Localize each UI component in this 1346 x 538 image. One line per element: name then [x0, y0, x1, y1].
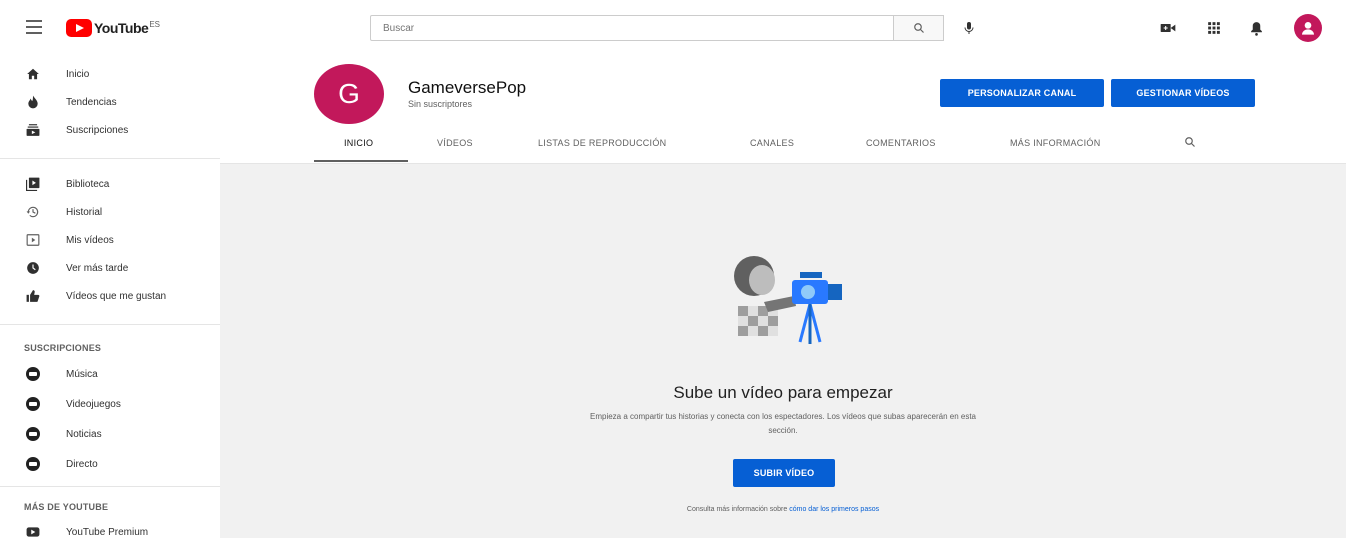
- user-silhouette-icon: [1302, 22, 1314, 35]
- sidebar-item-videojuegos[interactable]: Videojuegos: [0, 390, 220, 418]
- empty-state-title: Sube un vídeo para empezar: [673, 383, 893, 402]
- subscriptions-icon: [26, 123, 40, 137]
- microphone-icon: [964, 22, 974, 34]
- sidebar-item-musica[interactable]: Música: [0, 360, 220, 388]
- sidebar-item-label: Ver más tarde: [66, 262, 129, 274]
- sidebar-item-youtube-premium[interactable]: YouTube Premium: [0, 518, 220, 538]
- sidebar-item-my-videos[interactable]: Mis vídeos: [0, 226, 220, 254]
- sidebar-item-label: Mis vídeos: [66, 234, 114, 246]
- sidebar-item-label: YouTube Premium: [66, 526, 149, 538]
- channel-avatar: [26, 367, 40, 381]
- sidebar-item-subscriptions[interactable]: Suscripciones: [0, 116, 220, 144]
- watch-later-icon: [26, 261, 40, 275]
- tab-channels[interactable]: CANALES: [750, 138, 794, 148]
- tab-videos[interactable]: VÍDEOS: [437, 138, 473, 148]
- sidebar-item-label: Directo: [66, 458, 98, 470]
- tab-inicio[interactable]: INICIO: [344, 138, 373, 148]
- upload-video-button[interactable]: SUBIR VÍDEO: [733, 459, 835, 487]
- music-channel-icon: [26, 367, 40, 381]
- tab-comments[interactable]: COMENTARIOS: [866, 138, 936, 148]
- sidebar-item-label: Biblioteca: [66, 178, 110, 190]
- getting-started-link[interactable]: cómo dar los primeros pasos: [789, 506, 879, 513]
- manage-videos-button[interactable]: GESTIONAR VÍDEOS: [1111, 79, 1255, 107]
- top-bar: YouTube ES: [0, 0, 1346, 56]
- channel-search-button[interactable]: [1184, 136, 1196, 150]
- channel-avatar: [26, 427, 40, 441]
- search-icon: [913, 23, 924, 33]
- logo-wordmark: YouTube: [94, 20, 149, 36]
- sidebar-item-label: Vídeos que me gustan: [66, 290, 167, 302]
- bell-icon: [1250, 21, 1262, 36]
- subscriptions-heading: SUSCRIPCIONES: [24, 343, 102, 353]
- sidebar-item-history[interactable]: Historial: [0, 198, 220, 226]
- channel-content: Sube un vídeo para empezar Empieza a com…: [220, 164, 1346, 538]
- upload-illustration: [734, 256, 842, 344]
- subscriber-count: Sin suscriptores: [408, 99, 473, 109]
- create-video-button[interactable]: [1158, 18, 1178, 38]
- channel-name: GameversePop: [408, 78, 527, 97]
- video-camera-icon: [1160, 24, 1176, 32]
- search-button[interactable]: [894, 15, 944, 41]
- sidebar-divider: [0, 324, 220, 325]
- tab-playlists[interactable]: LISTAS DE REPRODUCCIÓN: [538, 138, 666, 148]
- tab-about[interactable]: MÁS INFORMACIÓN: [1010, 138, 1101, 148]
- apps-grid-icon: [1208, 22, 1220, 34]
- liked-icon: [26, 289, 40, 303]
- account-avatar[interactable]: [1294, 14, 1322, 42]
- getting-started-footer: Consulta más información sobre cómo dar …: [220, 506, 1346, 513]
- menu-icon[interactable]: [26, 20, 42, 34]
- channel-avatar-large[interactable]: G: [314, 64, 384, 124]
- sidebar-divider: [0, 158, 220, 159]
- sidebar-item-directo[interactable]: Directo: [0, 450, 220, 478]
- sidebar-item-label: Suscripciones: [66, 124, 129, 136]
- channel-header: G GameversePop Sin suscriptores PERSONAL…: [220, 56, 1346, 164]
- sidebar-item-label: Videojuegos: [66, 398, 121, 410]
- active-tab-indicator: [314, 160, 408, 162]
- home-icon: [26, 67, 40, 81]
- sidebar-item-label: Música: [66, 368, 98, 380]
- sidebar-item-label: Inicio: [66, 68, 90, 80]
- youtube-logo[interactable]: YouTube ES: [66, 19, 160, 37]
- sidebar-item-home[interactable]: Inicio: [0, 60, 220, 88]
- channel-avatar: [26, 457, 40, 471]
- sidebar-item-label: Tendencias: [66, 96, 117, 108]
- live-channel-icon: [26, 457, 40, 471]
- search-icon: [1185, 137, 1195, 147]
- search-input[interactable]: [370, 15, 894, 41]
- sidebar-item-noticias[interactable]: Noticias: [0, 420, 220, 448]
- channel-avatar: [26, 397, 40, 411]
- notifications-button[interactable]: [1246, 18, 1266, 38]
- sidebar-item-liked-videos[interactable]: Vídeos que me gustan: [0, 282, 220, 310]
- sidebar-item-label: Historial: [66, 206, 103, 218]
- sidebar-item-label: Noticias: [66, 428, 102, 440]
- more-from-youtube-heading: MÁS DE YOUTUBE: [24, 502, 109, 512]
- voice-search-button[interactable]: [958, 17, 980, 39]
- sidebar-item-trending[interactable]: Tendencias: [0, 88, 220, 116]
- my-videos-icon: [26, 233, 40, 247]
- sidebar-divider: [0, 486, 220, 487]
- sidebar-item-library[interactable]: Biblioteca: [0, 170, 220, 198]
- apps-button[interactable]: [1204, 18, 1224, 38]
- library-icon: [26, 177, 40, 191]
- youtube-premium-icon: [26, 525, 40, 538]
- gaming-channel-icon: [26, 397, 40, 411]
- footer-text: Consulta más información sobre: [686, 506, 788, 513]
- customize-channel-button[interactable]: PERSONALIZAR CANAL: [940, 79, 1104, 107]
- sidebar-item-watch-later[interactable]: Ver más tarde: [0, 254, 220, 282]
- logo-region: ES: [149, 19, 160, 29]
- sidebar: Inicio Tendencias Suscripciones Bibliote…: [0, 56, 220, 538]
- news-channel-icon: [26, 427, 40, 441]
- youtube-play-icon: [66, 19, 92, 37]
- empty-state-description: Empieza a compartir tus historias y cone…: [590, 412, 976, 435]
- trending-icon: [26, 95, 40, 109]
- history-icon: [26, 205, 40, 219]
